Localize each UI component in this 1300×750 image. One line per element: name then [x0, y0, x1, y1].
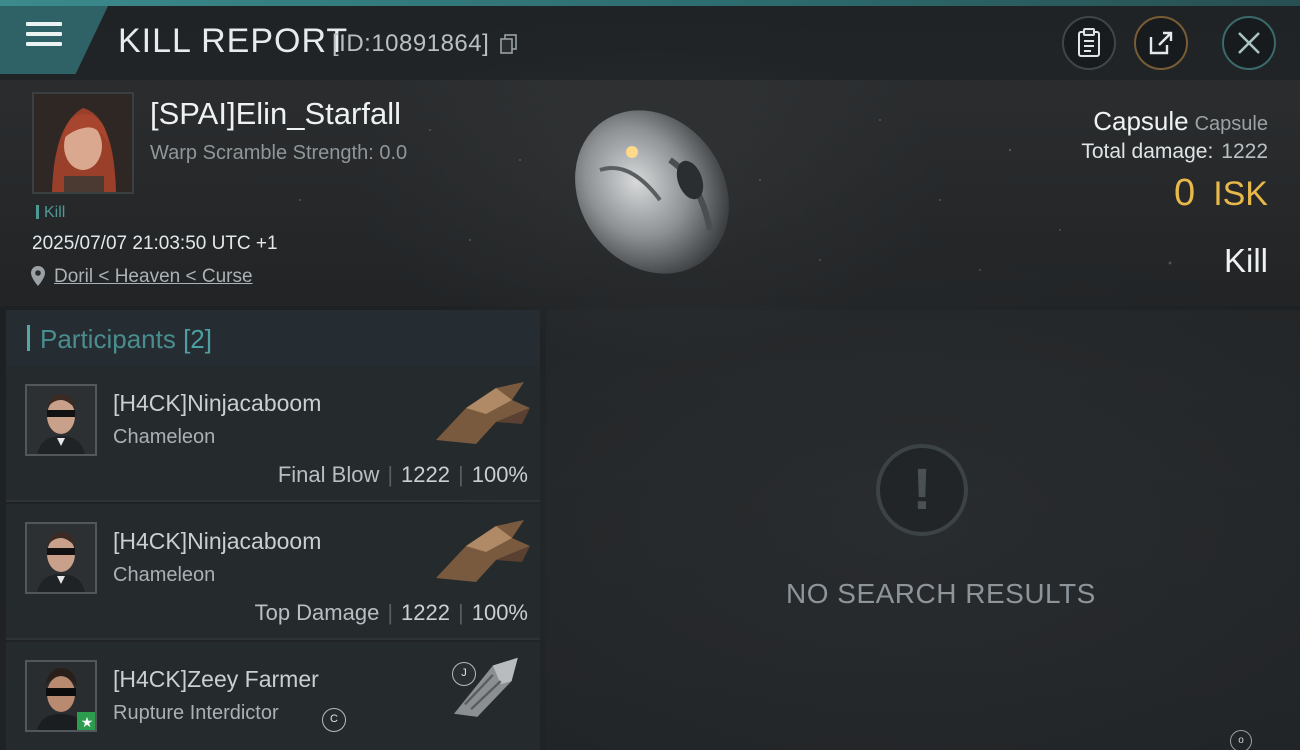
corp-badge-c: C: [322, 708, 346, 732]
victim-ship: Capsule Capsule: [1093, 106, 1268, 137]
result-kill: Kill: [1223, 242, 1268, 279]
participant-damage: 1222: [401, 600, 450, 625]
participant-stat-label: Final Blow: [277, 462, 380, 487]
participant-percent: 100%: [471, 600, 528, 625]
share-icon: [1149, 31, 1173, 55]
copy-icon[interactable]: [500, 34, 518, 54]
clipboard-icon: [1078, 28, 1100, 57]
victim-ship-class: Capsule: [1194, 113, 1268, 135]
participant-name: [H4CK]Zeey Farmer: [113, 666, 319, 692]
capsule-ship-image: [575, 110, 729, 274]
location-pin-icon: [31, 266, 45, 286]
kill-datetime: 2025/07/07 21:03:50 UTC +1: [32, 233, 278, 254]
participants-count: [2]: [183, 324, 212, 354]
participant-row[interactable]: [H4CK]Ninjacaboom Chameleon Top Damage | 1…: [6, 504, 540, 640]
share-button[interactable]: [1134, 16, 1188, 70]
participant-damage: 1222: [401, 462, 450, 487]
avatar: ★: [25, 660, 97, 732]
isk-value: 0 ISK: [1174, 172, 1268, 215]
close-icon: [1238, 32, 1260, 54]
participant-ship-image: [436, 520, 530, 582]
participant-ship-image: [454, 657, 518, 717]
victim-name[interactable]: [SPAI]Elin_Starfall: [150, 96, 401, 132]
exclamation-icon: !: [912, 457, 932, 522]
kill-report-id: [ID:10891864]: [332, 30, 490, 57]
total-damage: Total damage: 1222: [1081, 140, 1268, 164]
portrait-image: [34, 94, 132, 192]
empty-state-text: NO SEARCH RESULTS: [786, 578, 1096, 609]
total-damage-label: Total damage:: [1081, 140, 1214, 163]
participant-stats: Top Damage | 1222 | 100%: [254, 600, 528, 625]
participant-ship: Chameleon: [113, 564, 216, 586]
avatar: [25, 384, 97, 456]
victim-portrait[interactable]: [32, 92, 134, 194]
participant-name: [H4CK]Ninjacaboom: [113, 390, 322, 416]
isk-unit: ISK: [1213, 175, 1268, 213]
close-button[interactable]: [1222, 16, 1276, 70]
participant-percent: 100%: [471, 462, 528, 487]
kill-tag: Kill: [36, 204, 65, 222]
corner-dot-icon: o: [1230, 730, 1252, 750]
participant-name: [H4CK]Ninjacaboom: [113, 528, 322, 554]
total-damage-value: 1222: [1221, 140, 1268, 163]
participant-stats: Final Blow | 1222 | 100%: [277, 462, 528, 487]
isk-amount: 0: [1174, 172, 1196, 214]
page-title: KILL REPORT: [118, 22, 349, 60]
star-badge-icon: ★: [77, 712, 95, 730]
corp-badge-j: J: [452, 662, 476, 686]
participants-title: Participants [2]: [40, 324, 212, 355]
participant-ship: Rupture Interdictor: [113, 702, 279, 724]
participant-row[interactable]: [H4CK]Ninjacaboom Chameleon Final Blow | 1…: [6, 366, 540, 502]
participants-header[interactable]: Participants [2]: [6, 310, 540, 366]
clipboard-button[interactable]: [1062, 16, 1116, 70]
participant-row[interactable]: ★ [H4CK]Zeey Farmer Rupture Interdictor …: [6, 642, 540, 750]
victim-ship-name: Capsule: [1093, 106, 1189, 136]
participants-panel: Participants [2] [H4CK]Ninjacaboom Chame…: [6, 310, 540, 750]
menu-icon[interactable]: [26, 22, 62, 52]
avatar: [25, 522, 97, 594]
warp-scramble-strength: Warp Scramble Strength: 0.0: [150, 142, 408, 164]
participant-ship: Chameleon: [113, 426, 216, 448]
participant-stat-label: Top Damage: [254, 600, 380, 625]
location-link[interactable]: Doril < Heaven < Curse: [54, 266, 253, 288]
participants-label: Participants: [40, 324, 176, 354]
participant-ship-image: [436, 382, 530, 444]
